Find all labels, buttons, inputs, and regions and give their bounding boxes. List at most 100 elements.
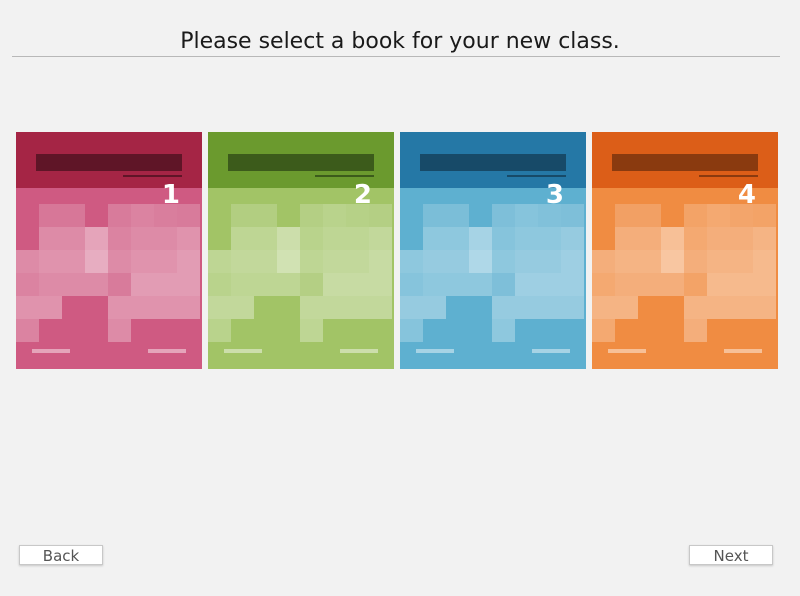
cover-mosaic-tile <box>16 250 39 273</box>
cover-mosaic-tile <box>423 250 446 273</box>
cover-mosaic-tile <box>661 250 684 273</box>
cover-mosaic-tile <box>538 227 561 250</box>
cover-mosaic-tile <box>39 204 62 227</box>
cover-mosaic-tile <box>208 296 231 319</box>
cover-mosaic-tile <box>16 273 39 296</box>
cover-mosaic-tile <box>108 296 131 319</box>
book-option-1[interactable]: 1 <box>16 132 202 369</box>
cover-mosaic-tile <box>300 296 323 319</box>
cover-mosaic-tile <box>684 227 707 250</box>
cover-mosaic-tile <box>369 204 392 227</box>
cover-mosaic-tile <box>707 273 730 296</box>
next-button[interactable]: Next <box>689 545 773 565</box>
cover-mosaic-tile <box>400 296 423 319</box>
cover-mosaic-tile <box>515 296 538 319</box>
cover-mosaic-tile <box>85 250 108 273</box>
cover-mosaic-tile <box>592 296 615 319</box>
cover-mosaic-tile <box>369 273 392 296</box>
cover-mosaic-tile <box>684 319 707 342</box>
cover-mosaic-tile <box>492 273 515 296</box>
cover-mosaic-tile <box>661 227 684 250</box>
cover-mosaic-tile <box>208 273 231 296</box>
cover-mosaic-tile <box>638 273 661 296</box>
cover-mosaic-tile <box>684 273 707 296</box>
cover-mosaic-tile <box>131 204 154 227</box>
book-option-2[interactable]: 2 <box>208 132 394 369</box>
cover-mosaic-tile <box>131 227 154 250</box>
cover-mosaic-tile <box>561 273 584 296</box>
cover-mosaic-tile <box>515 204 538 227</box>
book-cover-footer-right <box>340 349 378 353</box>
cover-mosaic-tile <box>369 227 392 250</box>
cover-mosaic-tile <box>592 273 615 296</box>
cover-mosaic-tile <box>154 227 177 250</box>
book-cover-title-bar <box>612 154 758 171</box>
cover-mosaic-tile <box>492 250 515 273</box>
cover-mosaic-tile <box>423 296 446 319</box>
cover-mosaic-tile <box>753 250 776 273</box>
cover-mosaic-tile <box>561 227 584 250</box>
cover-mosaic-tile <box>492 204 515 227</box>
cover-mosaic-tile <box>469 250 492 273</box>
cover-mosaic-tile <box>154 273 177 296</box>
cover-mosaic-tile <box>684 204 707 227</box>
cover-mosaic-tile <box>85 227 108 250</box>
book-cover-footer-left <box>224 349 262 353</box>
cover-mosaic-tile <box>177 273 200 296</box>
back-button[interactable]: Back <box>19 545 103 565</box>
cover-mosaic-tile <box>131 250 154 273</box>
cover-mosaic-tile <box>300 250 323 273</box>
cover-mosaic-tile <box>369 250 392 273</box>
cover-mosaic-tile <box>446 273 469 296</box>
book-cover-footer-right <box>148 349 186 353</box>
cover-mosaic-tile <box>615 296 638 319</box>
cover-mosaic-tile <box>323 250 346 273</box>
cover-mosaic-tile <box>254 250 277 273</box>
cover-mosaic-tile <box>300 319 323 342</box>
cover-mosaic-tile <box>277 227 300 250</box>
cover-mosaic-tile <box>108 227 131 250</box>
cover-mosaic-tile <box>538 296 561 319</box>
book-cover-footer-left <box>608 349 646 353</box>
cover-mosaic-tile <box>753 296 776 319</box>
cover-mosaic-tile <box>39 250 62 273</box>
cover-mosaic-tile <box>446 204 469 227</box>
book-cover-subtitle-line <box>699 175 758 177</box>
cover-mosaic-tile <box>231 204 254 227</box>
cover-mosaic-tile <box>277 273 300 296</box>
cover-mosaic-tile <box>615 250 638 273</box>
cover-mosaic-tile <box>707 250 730 273</box>
cover-mosaic-tile <box>346 273 369 296</box>
cover-mosaic-tile <box>615 204 638 227</box>
book-cover-subtitle-line <box>507 175 566 177</box>
cover-mosaic-tile <box>39 296 62 319</box>
book-number: 2 <box>353 180 372 210</box>
book-cover-footer-left <box>32 349 70 353</box>
cover-mosaic-tile <box>254 204 277 227</box>
cover-mosaic-tile <box>730 250 753 273</box>
cover-mosaic-tile <box>177 296 200 319</box>
book-cover-subtitle-line <box>123 175 182 177</box>
cover-mosaic-tile <box>39 273 62 296</box>
cover-mosaic-tile <box>131 296 154 319</box>
book-option-3[interactable]: 3 <box>400 132 586 369</box>
cover-mosaic-tile <box>730 273 753 296</box>
cover-mosaic-tile <box>469 227 492 250</box>
book-cover-footer-left <box>416 349 454 353</box>
book-option-4[interactable]: 4 <box>592 132 778 369</box>
cover-mosaic-tile <box>346 250 369 273</box>
cover-mosaic-tile <box>730 296 753 319</box>
cover-mosaic-tile <box>254 227 277 250</box>
cover-mosaic-tile <box>154 250 177 273</box>
cover-mosaic-tile <box>515 250 538 273</box>
cover-mosaic-tile <box>684 296 707 319</box>
cover-mosaic-tile <box>62 204 85 227</box>
cover-mosaic-tile <box>561 296 584 319</box>
cover-mosaic-tile <box>446 227 469 250</box>
cover-mosaic-tile <box>492 227 515 250</box>
cover-mosaic-tile <box>615 273 638 296</box>
cover-mosaic-tile <box>62 273 85 296</box>
cover-mosaic-tile <box>615 227 638 250</box>
cover-mosaic-tile <box>423 204 446 227</box>
book-cover-title-bar <box>36 154 182 171</box>
